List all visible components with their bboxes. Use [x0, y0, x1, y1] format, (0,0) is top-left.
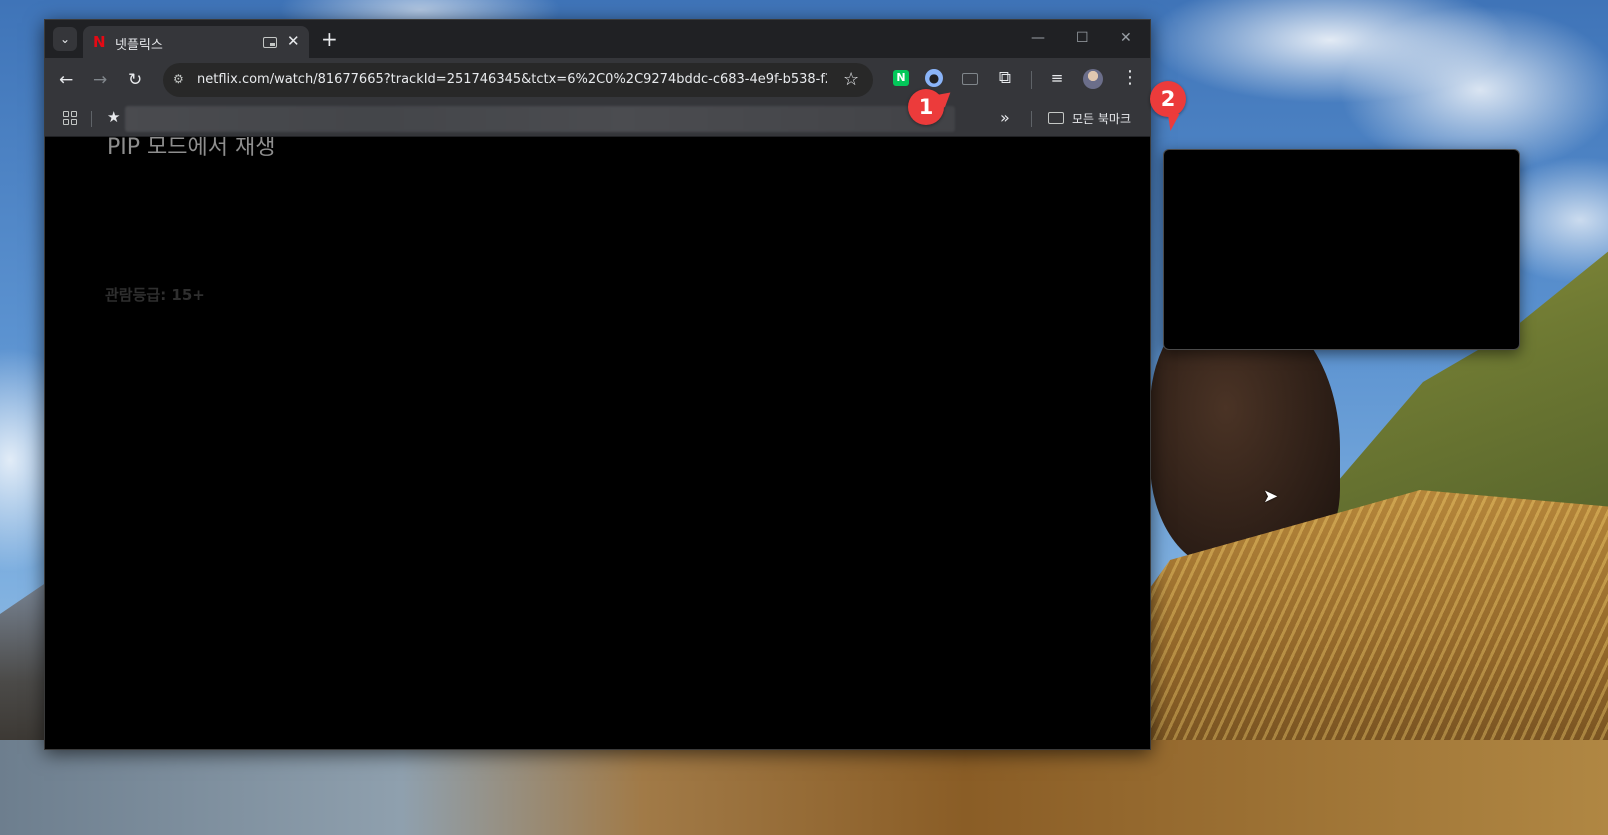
pip-heading: PIP 모드에서 재생 — [107, 137, 276, 160]
toolbar-separator — [1031, 71, 1032, 89]
bookmark-overflow-icon[interactable]: » — [1000, 108, 1010, 127]
site-settings-icon[interactable]: ⚙ — [173, 72, 187, 86]
picture-in-picture-icon — [263, 37, 277, 48]
all-bookmarks-button[interactable]: 모든 북마크 — [1048, 110, 1131, 127]
address-bar[interactable]: ⚙ netflix.com/watch/81677665?trackId=251… — [163, 63, 873, 97]
more-menu-icon[interactable]: ⋮ — [1121, 68, 1139, 88]
bookmark-star-icon[interactable]: ☆ — [843, 69, 859, 90]
url-text[interactable]: netflix.com/watch/81677665?trackId=25174… — [197, 72, 827, 87]
video-player[interactable]: PIP 모드에서 재생 관람등급: 15+ — [45, 137, 1150, 749]
mouse-cursor-icon: ➤ — [1263, 486, 1279, 507]
browser-window: ⌄ N 넷플릭스 ✕ + — ☐ ✕ ← → ↻ ⚙ netflix.com/w… — [44, 19, 1151, 750]
lens-extension-icon[interactable]: ● — [925, 69, 943, 87]
blurred-bookmark-items — [125, 106, 955, 132]
annotation-marker-2: 2 — [1150, 81, 1186, 117]
all-bookmarks-label: 모든 북마크 — [1072, 112, 1132, 126]
browser-toolbar: ← → ↻ ⚙ netflix.com/watch/81677665?track… — [45, 58, 1150, 102]
netflix-icon: N — [93, 33, 106, 51]
close-tab-icon[interactable]: ✕ — [287, 33, 300, 49]
picture-in-picture-window[interactable] — [1163, 149, 1520, 350]
forward-button[interactable]: → — [93, 70, 107, 90]
reading-list-icon[interactable]: ≡ — [1047, 68, 1067, 88]
apps-grid-icon[interactable] — [63, 111, 77, 125]
bookmark-star-icon[interactable]: ★ — [107, 108, 120, 126]
back-button[interactable]: ← — [59, 70, 73, 90]
profile-avatar[interactable] — [1083, 69, 1103, 89]
extensions-puzzle-icon[interactable]: ⧉ — [995, 68, 1015, 88]
tab-strip: ⌄ N 넷플릭스 ✕ + — ☐ ✕ — [45, 20, 1150, 58]
maximize-button[interactable]: ☐ — [1076, 28, 1089, 48]
bookmark-separator — [1031, 111, 1032, 127]
new-tab-button[interactable]: + — [321, 28, 338, 50]
reload-button[interactable]: ↻ — [128, 70, 142, 90]
close-window-button[interactable]: ✕ — [1120, 28, 1132, 48]
tab-search-button[interactable]: ⌄ — [53, 27, 77, 51]
tab-netflix[interactable]: N 넷플릭스 ✕ — [83, 26, 309, 58]
content-rating: 관람등급: 15+ — [105, 286, 205, 304]
minimize-button[interactable]: — — [1031, 28, 1045, 48]
tab-title: 넷플릭스 — [115, 38, 163, 53]
bookmarks-bar: ★ » 모든 북마크 — [45, 102, 1150, 137]
wallpaper-shore — [0, 740, 1608, 835]
naver-extension-icon[interactable]: N — [893, 70, 909, 86]
bookmark-separator — [91, 111, 92, 127]
folder-icon — [1048, 112, 1064, 124]
picture-in-picture-extension-icon[interactable] — [962, 73, 978, 85]
annotation-marker-1: 1 — [908, 89, 944, 125]
